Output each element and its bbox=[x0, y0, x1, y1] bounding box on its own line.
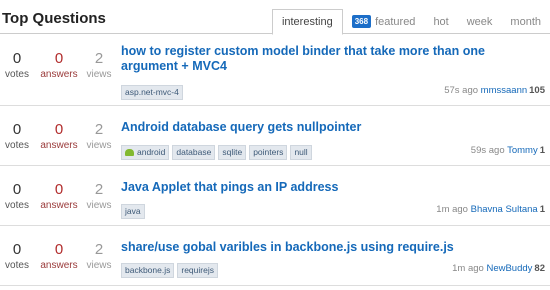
vote-number: 0 bbox=[12, 121, 22, 138]
view-number: 2 bbox=[94, 121, 104, 138]
vote-count: 0 votes bbox=[0, 50, 34, 81]
answer-count: 0 answers bbox=[36, 241, 82, 272]
votes-label: votes bbox=[5, 260, 29, 271]
tag-label: android bbox=[137, 147, 166, 157]
question-meta: 1m ago NewBuddy 82 bbox=[452, 263, 545, 274]
answers-label: answers bbox=[40, 69, 78, 80]
user-reputation: 105 bbox=[529, 85, 545, 96]
questions-header: Top Questions interesting 368 featured ho… bbox=[0, 0, 550, 35]
tag-backbone-js[interactable]: backbone.js bbox=[121, 263, 175, 278]
answers-label: answers bbox=[40, 260, 78, 271]
tab-label: interesting bbox=[281, 16, 333, 28]
featured-count-badge: 368 bbox=[351, 15, 372, 28]
views-label: views bbox=[86, 260, 112, 271]
tag-android[interactable]: android bbox=[121, 145, 170, 160]
votes-label: votes bbox=[5, 69, 29, 80]
question-title-link[interactable]: Java Applet that pings an IP address bbox=[121, 180, 541, 195]
tab-label: hot bbox=[433, 16, 449, 28]
tab-hot[interactable]: hot bbox=[424, 10, 457, 34]
answer-number: 0 bbox=[54, 50, 64, 67]
vote-count: 0 votes bbox=[0, 121, 34, 152]
time-ago: 57s ago bbox=[444, 85, 479, 96]
view-number: 2 bbox=[94, 50, 104, 67]
tag-list: android database sqlite pointers null bbox=[121, 145, 315, 160]
user-link[interactable]: Tommy bbox=[507, 145, 538, 156]
answer-number: 0 bbox=[54, 121, 64, 138]
question-title-link[interactable]: share/use gobal varibles in backbone.js … bbox=[121, 240, 541, 255]
tab-label: week bbox=[466, 16, 493, 28]
view-number: 2 bbox=[94, 241, 104, 258]
question-meta: 59s ago Tommy 1 bbox=[471, 145, 545, 156]
tab-interesting[interactable]: interesting bbox=[271, 9, 343, 35]
sort-tabs: interesting 368 featured hot week month bbox=[271, 8, 550, 35]
tag-list: asp.net-mvc-4 bbox=[121, 85, 186, 100]
answers-label: answers bbox=[40, 200, 78, 211]
user-reputation: 1 bbox=[539, 145, 545, 156]
tab-featured[interactable]: 368 featured bbox=[343, 10, 425, 34]
views-label: views bbox=[86, 140, 112, 151]
vote-count: 0 votes bbox=[0, 241, 34, 272]
tag-list: java bbox=[121, 204, 148, 219]
vote-number: 0 bbox=[12, 50, 22, 67]
user-link[interactable]: mmssaann bbox=[481, 85, 527, 96]
question-row: 0 votes 0 answers 2 views Android database … bbox=[0, 107, 550, 166]
question-row: 0 votes 0 answers 2 views share/use gobal v… bbox=[0, 227, 550, 286]
vote-count: 0 votes bbox=[0, 181, 34, 212]
android-icon bbox=[125, 149, 134, 156]
views-label: views bbox=[86, 69, 112, 80]
tag-list: backbone.js requirejs bbox=[121, 263, 221, 278]
tag-asp-net-mvc-4[interactable]: asp.net-mvc-4 bbox=[121, 85, 183, 100]
user-link[interactable]: Bhavna Sultana bbox=[471, 204, 538, 215]
user-reputation: 82 bbox=[534, 263, 545, 274]
answer-count: 0 answers bbox=[36, 121, 82, 152]
page-title: Top Questions bbox=[2, 10, 106, 27]
time-ago: 59s ago bbox=[470, 145, 505, 156]
question-row: 0 votes 0 answers 2 views how to register c… bbox=[0, 34, 550, 106]
tag-requirejs[interactable]: requirejs bbox=[177, 263, 218, 278]
votes-label: votes bbox=[5, 140, 29, 151]
view-count: 2 views bbox=[84, 121, 114, 152]
tag-java[interactable]: java bbox=[121, 204, 145, 219]
user-reputation: 1 bbox=[539, 204, 545, 215]
view-count: 2 views bbox=[84, 181, 114, 212]
answer-number: 0 bbox=[54, 181, 64, 198]
view-count: 2 views bbox=[84, 50, 114, 81]
vote-number: 0 bbox=[12, 241, 22, 258]
tab-month[interactable]: month bbox=[501, 10, 550, 34]
question-title-link[interactable]: how to register custom model binder that… bbox=[121, 44, 541, 74]
tab-label: month bbox=[510, 16, 541, 28]
answer-number: 0 bbox=[54, 241, 64, 258]
answers-label: answers bbox=[40, 140, 78, 151]
tag-sqlite[interactable]: sqlite bbox=[218, 145, 247, 160]
tag-pointers[interactable]: pointers bbox=[249, 145, 288, 160]
time-ago: 1m ago bbox=[436, 204, 468, 215]
tab-label: featured bbox=[375, 16, 416, 28]
time-ago: 1m ago bbox=[452, 263, 484, 274]
question-meta: 57s ago mmssaann 105 bbox=[444, 85, 545, 96]
view-count: 2 views bbox=[84, 241, 114, 272]
answer-count: 0 answers bbox=[36, 50, 82, 81]
vote-number: 0 bbox=[12, 181, 22, 198]
views-label: views bbox=[86, 200, 112, 211]
answer-count: 0 answers bbox=[36, 181, 82, 212]
view-number: 2 bbox=[94, 181, 104, 198]
question-row: 0 votes 0 answers 2 views Java Applet that … bbox=[0, 167, 550, 226]
tag-database[interactable]: database bbox=[172, 145, 216, 160]
question-title-link[interactable]: Android database query gets nullpointer bbox=[121, 120, 541, 135]
question-meta: 1m ago Bhavna Sultana 1 bbox=[436, 204, 545, 215]
user-link[interactable]: NewBuddy bbox=[486, 263, 532, 274]
votes-label: votes bbox=[5, 200, 29, 211]
tag-null[interactable]: null bbox=[290, 145, 312, 160]
tab-week[interactable]: week bbox=[458, 10, 502, 34]
